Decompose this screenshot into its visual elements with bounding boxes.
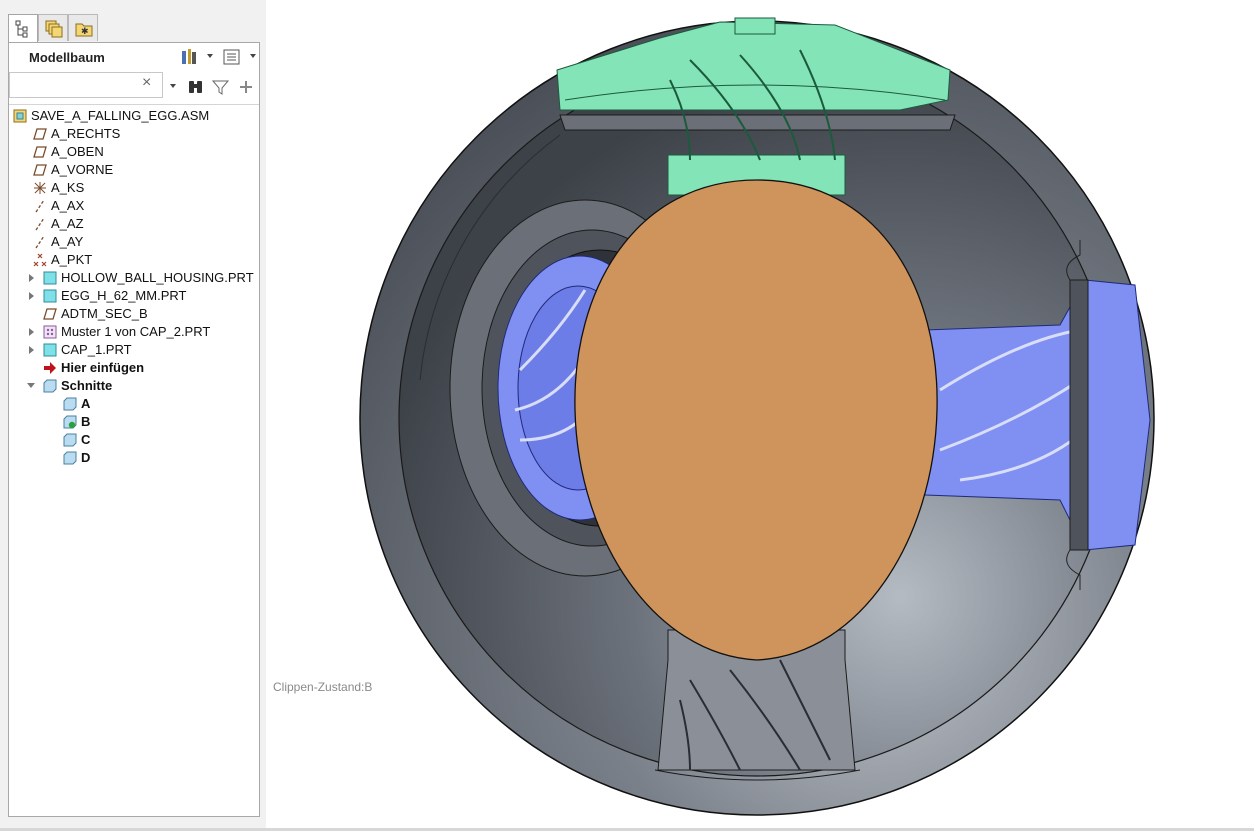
tree-item-label: Muster 1 von CAP_2.PRT [61, 324, 211, 339]
tab-model-tree[interactable] [8, 14, 38, 43]
collapse-arrow-icon[interactable] [27, 383, 35, 388]
tree-item-label: HOLLOW_BALL_HOUSING.PRT [61, 270, 254, 285]
favorites-folder-icon: ✱ [75, 23, 93, 37]
clipping-status-label: Clippen-Zustand:B [273, 680, 373, 694]
datum-point-icon [33, 253, 47, 267]
datum-axis-icon [35, 235, 45, 249]
settings-dropdown-icon[interactable] [207, 54, 213, 58]
tree-item-label: SAVE_A_FALLING_EGG.ASM [31, 108, 210, 123]
model-cross-section-render [359, 17, 1155, 816]
datum-axis-icon [35, 199, 45, 213]
datum-axis-icon [35, 217, 45, 231]
navigator-panel: ✱ Modellbaum × SAVE_A_FALLING_EGG.ASM A_… [0, 0, 266, 831]
tree-item-label: A_KS [51, 180, 85, 195]
insert-here-arrow-icon [44, 362, 56, 374]
section-icon [63, 433, 77, 447]
tree-display-options-icon[interactable] [223, 47, 241, 72]
tree-item-label: D [81, 450, 91, 465]
expand-arrow-icon[interactable] [29, 292, 34, 300]
settings-tools-icon[interactable] [179, 47, 199, 72]
tree-item-label: CAP_1.PRT [61, 342, 132, 357]
datum-plane-icon [33, 164, 47, 176]
tree-item-label: A_PKT [51, 252, 93, 267]
filter-icon[interactable] [211, 79, 230, 100]
sections-folder-icon [43, 379, 57, 393]
tree-item-label: A_AZ [51, 216, 84, 231]
search-input[interactable] [9, 72, 163, 98]
tree-item-label: A_AX [51, 198, 85, 213]
expand-arrow-icon[interactable] [29, 328, 34, 336]
tree-item-label: A_OBEN [51, 144, 104, 159]
graphics-viewport[interactable]: Clippen-Zustand:B [266, 0, 1254, 831]
part-icon [43, 289, 57, 303]
tree-item-label: EGG_H_62_MM.PRT [61, 288, 187, 303]
part-icon [43, 343, 57, 357]
tree-item-label: A_VORNE [51, 162, 114, 177]
tab-favorites[interactable]: ✱ [68, 14, 98, 41]
search-row: × [9, 71, 259, 103]
expand-arrow-icon[interactable] [29, 346, 34, 354]
section-icon [63, 451, 77, 465]
cap-1-top [556, 21, 951, 111]
section-icon [63, 397, 77, 411]
model-tree-pane: Modellbaum × SAVE_A_FALLING_EGG.ASM A_RE… [8, 42, 260, 817]
tree-item-label: Hier einfügen [61, 360, 145, 375]
part-icon [43, 271, 57, 285]
header-divider [9, 104, 259, 105]
search-options-dropdown-icon[interactable] [170, 84, 176, 88]
tree-item-label: ADTM_SEC_B [61, 306, 148, 321]
tree-item-label: A_AY [51, 234, 84, 249]
tree-item-label: Schnitte [61, 378, 113, 393]
model-tree-icon [15, 20, 28, 38]
datum-plane-icon [43, 308, 57, 320]
tree-item-label: A [81, 396, 91, 411]
find-binoculars-icon[interactable] [187, 79, 205, 100]
coordinate-system-icon [34, 182, 46, 194]
navigator-tabs: ✱ [8, 14, 98, 43]
clear-search-icon[interactable]: × [142, 74, 151, 92]
tree-item-label: B [81, 414, 91, 429]
add-icon[interactable] [239, 79, 253, 100]
tree-item-label: C [81, 432, 91, 447]
display-dropdown-icon[interactable] [250, 54, 256, 58]
pattern-icon [43, 325, 57, 339]
tree-item-label: A_RECHTS [51, 126, 121, 141]
datum-plane-icon [33, 146, 47, 158]
assembly-icon [13, 109, 27, 123]
layers-icon [45, 20, 63, 38]
model-tree-header: Modellbaum [9, 43, 259, 71]
svg-text:✱: ✱ [81, 27, 89, 37]
active-section-icon [63, 415, 77, 429]
model-tree-title: Modellbaum [29, 50, 105, 65]
expand-arrow-icon[interactable] [29, 274, 34, 282]
tab-layers[interactable] [38, 14, 68, 41]
datum-plane-icon [33, 128, 47, 140]
